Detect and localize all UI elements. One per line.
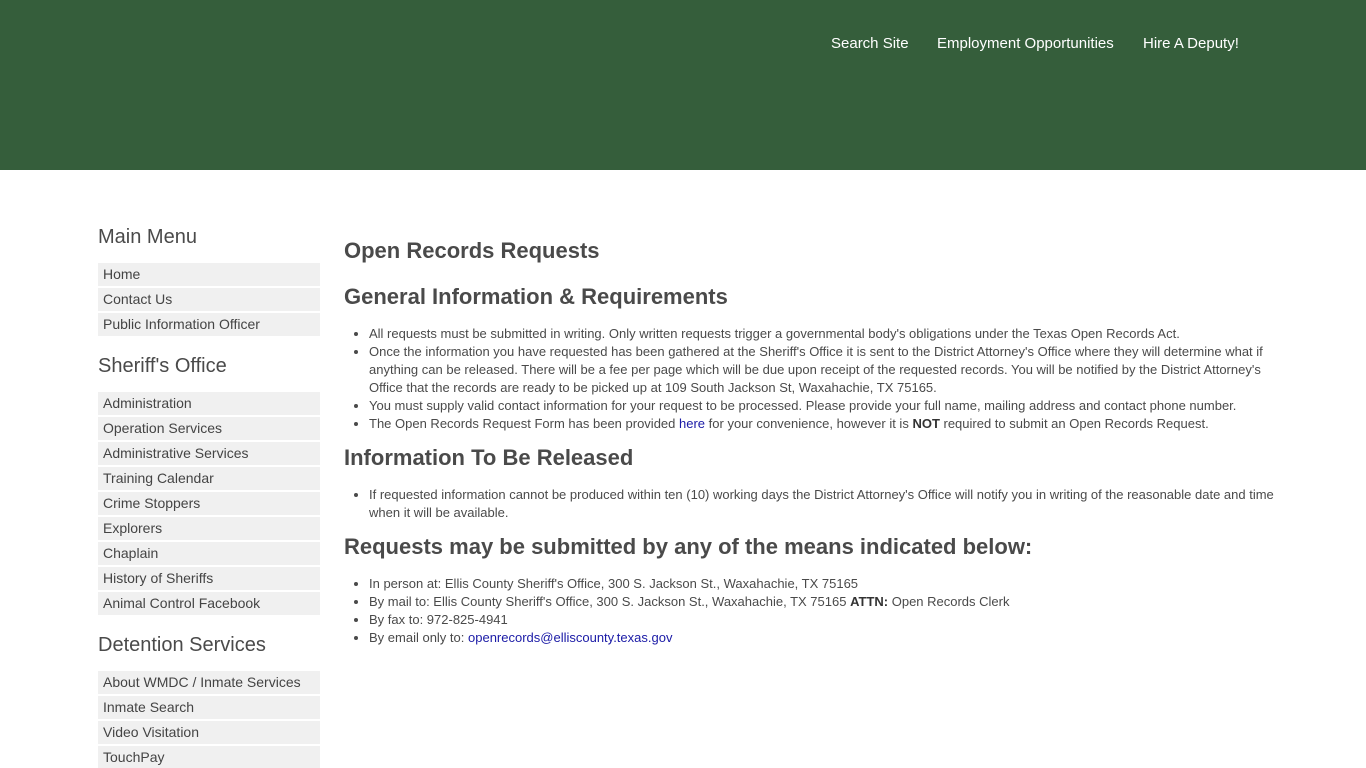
- emphasis-attn: ATTN:: [850, 594, 889, 609]
- sidebar-item-home[interactable]: Home: [98, 263, 320, 287]
- sidebar-section-main-menu: Main Menu Home Contact Us Public Informa…: [98, 226, 320, 338]
- main-content: Open Records Requests General Informatio…: [344, 238, 1274, 647]
- sidebar-item-touchpay[interactable]: TouchPay: [98, 746, 320, 768]
- sidebar-item-animal-control-facebook[interactable]: Animal Control Facebook: [98, 592, 320, 616]
- section-heading-general: General Information & Requirements: [344, 284, 728, 309]
- sidebar-item-history-of-sheriffs[interactable]: History of Sheriffs: [98, 567, 320, 591]
- nav-hire-a-deputy[interactable]: Hire A Deputy!: [1143, 35, 1239, 52]
- sidebar-heading: Main Menu: [98, 226, 197, 248]
- list-item-text: required to submit an Open Records Reque…: [939, 416, 1209, 431]
- email-link[interactable]: openrecords@elliscounty.texas.gov: [468, 630, 672, 645]
- list-item: By email only to: openrecords@elliscount…: [369, 629, 1274, 647]
- list-item: All requests must be submitted in writin…: [369, 325, 1274, 343]
- sidebar-item-explorers[interactable]: Explorers: [98, 517, 320, 541]
- sidebar-item-public-information-officer[interactable]: Public Information Officer: [98, 313, 320, 337]
- sidebar-item-crime-stoppers[interactable]: Crime Stoppers: [98, 492, 320, 516]
- sidebar-list: About WMDC / Inmate Services Inmate Sear…: [98, 671, 320, 768]
- released-list: If requested information cannot be produ…: [344, 486, 1274, 522]
- list-item: Once the information you have requested …: [369, 343, 1274, 397]
- means-list: In person at: Ellis County Sheriff's Off…: [344, 575, 1274, 647]
- list-item-text: By email only to:: [369, 630, 468, 645]
- sidebar-item-inmate-search[interactable]: Inmate Search: [98, 696, 320, 720]
- list-item: If requested information cannot be produ…: [369, 486, 1274, 522]
- site-logo[interactable]: [98, 6, 222, 24]
- sidebar-list: Home Contact Us Public Information Offic…: [98, 263, 320, 338]
- request-form-link[interactable]: here: [679, 416, 705, 431]
- section-heading-means: Requests may be submitted by any of the …: [344, 534, 1033, 559]
- sidebar-item-video-visitation[interactable]: Video Visitation: [98, 721, 320, 745]
- sidebar-item-administrative-services[interactable]: Administrative Services: [98, 442, 320, 466]
- list-item: You must supply valid contact informatio…: [369, 397, 1274, 415]
- list-item: By fax to: 972-825-4941: [369, 611, 1274, 629]
- page-title: Open Records Requests: [344, 238, 600, 263]
- list-item-text: for your convenience, however it is: [705, 416, 913, 431]
- general-list: All requests must be submitted in writin…: [344, 325, 1274, 433]
- sidebar-heading: Detention Services: [98, 634, 266, 656]
- sidebar-item-about-wmdc[interactable]: About WMDC / Inmate Services: [98, 671, 320, 695]
- sidebar: Main Menu Home Contact Us Public Informa…: [98, 226, 320, 768]
- sidebar-item-training-calendar[interactable]: Training Calendar: [98, 467, 320, 491]
- sidebar-heading: Sheriff's Office: [98, 355, 227, 377]
- list-item-text: By mail to: Ellis County Sheriff's Offic…: [369, 594, 851, 609]
- list-item-text: The Open Records Request Form has been p…: [369, 416, 680, 431]
- nav-search-site[interactable]: Search Site: [831, 35, 909, 52]
- list-item: By mail to: Ellis County Sheriff's Offic…: [369, 593, 1274, 611]
- sidebar-item-chaplain[interactable]: Chaplain: [98, 542, 320, 566]
- sidebar-list: Administration Operation Services Admini…: [98, 392, 320, 617]
- list-item: In person at: Ellis County Sheriff's Off…: [369, 575, 1274, 593]
- nav-employment-opportunities[interactable]: Employment Opportunities: [937, 35, 1114, 52]
- sidebar-section-sheriffs-office: Sheriff's Office Administration Operatio…: [98, 355, 320, 617]
- sidebar-section-detention-services: Detention Services About WMDC / Inmate S…: [98, 634, 320, 768]
- sidebar-item-administration[interactable]: Administration: [98, 392, 320, 416]
- sidebar-item-operation-services[interactable]: Operation Services: [98, 417, 320, 441]
- sidebar-item-contact-us[interactable]: Contact Us: [98, 288, 320, 312]
- emphasis-not: NOT: [912, 416, 940, 431]
- list-item: The Open Records Request Form has been p…: [369, 415, 1274, 433]
- site-header: Search Site Employment Opportunities Hir…: [0, 0, 1366, 170]
- section-heading-released: Information To Be Released: [344, 445, 634, 470]
- list-item-text: Open Records Clerk: [888, 594, 1010, 609]
